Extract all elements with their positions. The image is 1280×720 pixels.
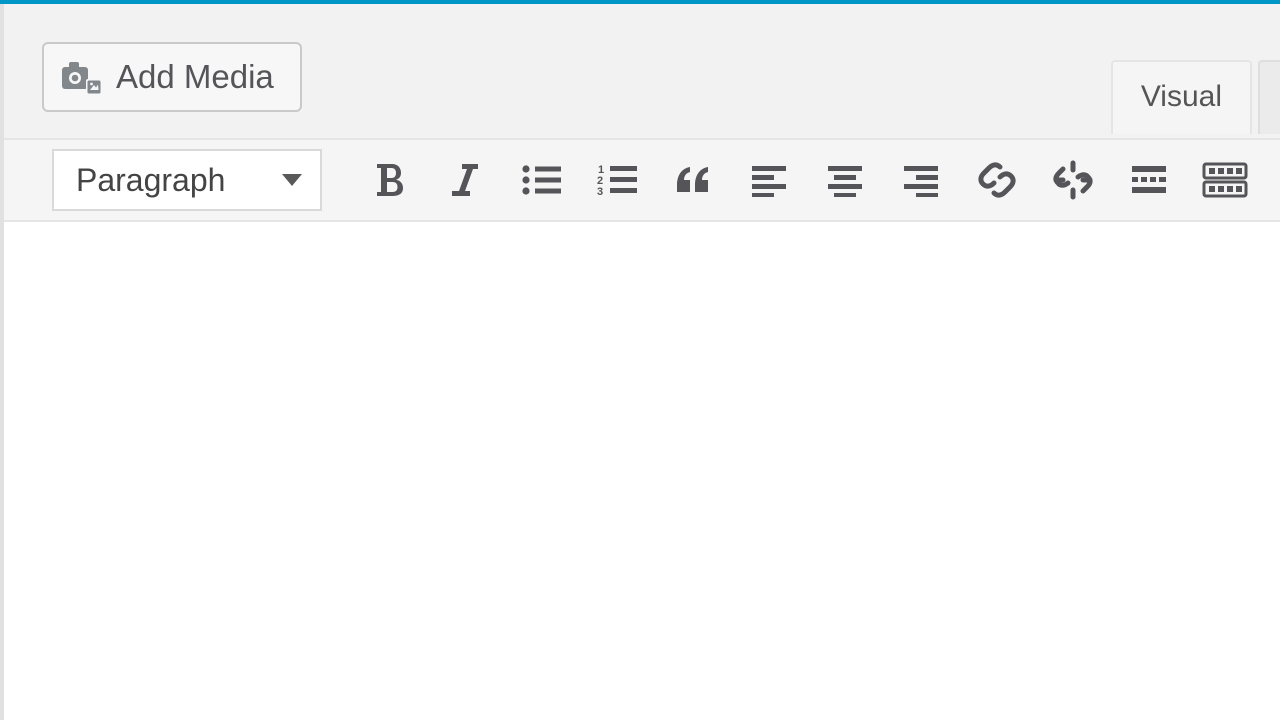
tab-text-partial[interactable]: [1258, 60, 1280, 134]
read-more-icon: [1129, 163, 1169, 197]
media-row: Add Media: [4, 4, 1280, 138]
remove-link-button[interactable]: [1040, 150, 1106, 210]
camera-icon: [62, 59, 102, 95]
align-left-button[interactable]: [736, 150, 802, 210]
insert-more-button[interactable]: [1116, 150, 1182, 210]
align-center-button[interactable]: [812, 150, 878, 210]
bold-icon: [372, 161, 406, 199]
insert-link-button[interactable]: [964, 150, 1030, 210]
align-right-button[interactable]: [888, 150, 954, 210]
tab-visual[interactable]: Visual: [1111, 60, 1252, 134]
add-media-button[interactable]: Add Media: [42, 42, 302, 112]
link-icon: [977, 160, 1017, 200]
editor-content-area[interactable]: [4, 222, 1280, 720]
numbered-list-icon: 1 2 3: [596, 162, 638, 198]
italic-button[interactable]: [432, 150, 498, 210]
chevron-down-icon: [282, 174, 302, 186]
bold-button[interactable]: [356, 150, 422, 210]
editor-shell: Add Media Visual Paragraph: [0, 4, 1280, 720]
kitchen-sink-icon: [1202, 162, 1248, 198]
bulleted-list-button[interactable]: [508, 150, 574, 210]
numbered-list-button[interactable]: 1 2 3: [584, 150, 650, 210]
editor-tabs: Visual: [1111, 60, 1280, 134]
format-dropdown-label: Paragraph: [76, 162, 225, 199]
toolbar-row-1: Paragraph: [4, 140, 1280, 222]
editor-toolbar: Paragraph: [4, 138, 1280, 720]
align-left-icon: [749, 163, 789, 197]
blockquote-button[interactable]: [660, 150, 726, 210]
align-center-icon: [825, 163, 865, 197]
add-media-label: Add Media: [116, 58, 274, 96]
blockquote-icon: [673, 163, 713, 197]
align-right-icon: [901, 163, 941, 197]
format-dropdown[interactable]: Paragraph: [52, 149, 322, 211]
italic-icon: [450, 161, 480, 199]
tab-visual-label: Visual: [1141, 80, 1222, 114]
toolbar-toggle-button[interactable]: [1192, 150, 1258, 210]
svg-text:3: 3: [597, 186, 603, 198]
unlink-icon: [1052, 159, 1094, 201]
bulleted-list-icon: [520, 162, 562, 198]
